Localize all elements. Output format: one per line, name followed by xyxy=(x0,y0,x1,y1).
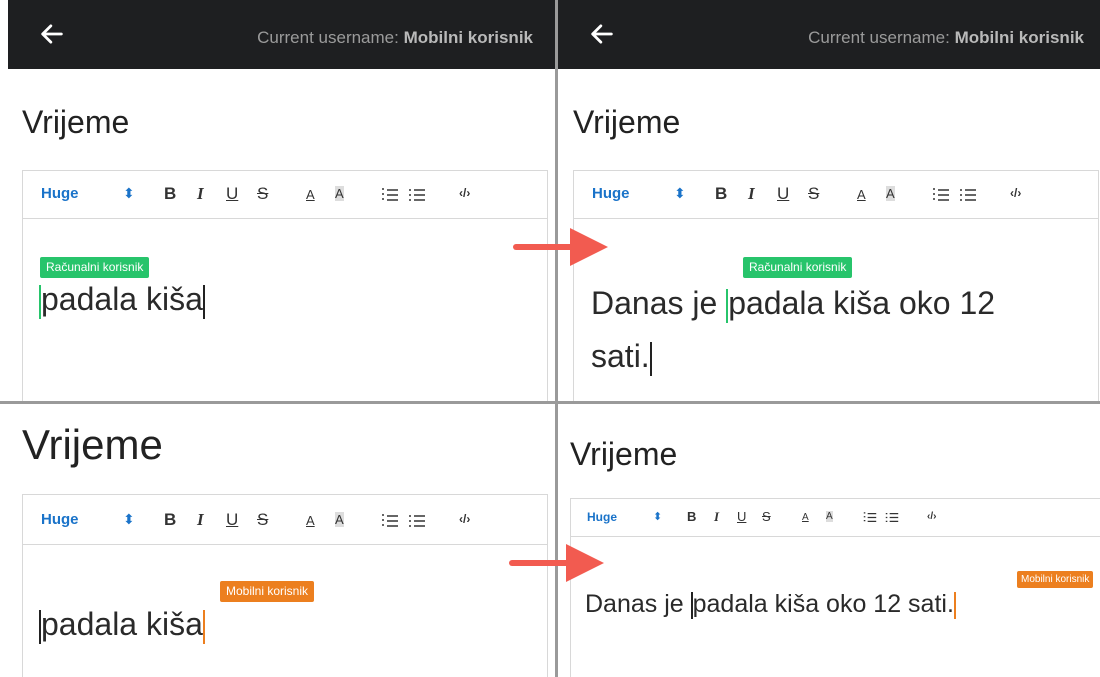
content-prefix: Danas je xyxy=(591,285,727,321)
rich-text-editor: Huge ⬍ B I U S A A ‹/› Mobilni korisnik … xyxy=(22,494,548,677)
computer-user-cursor-tag: Računalni korisnik xyxy=(40,257,150,278)
underline-button[interactable]: U xyxy=(226,510,238,530)
panel-top-left: Current username: Mobilni korisnik Vrije… xyxy=(8,0,555,401)
back-arrow-icon[interactable] xyxy=(38,20,66,48)
content-suffix: oko 12 sati. xyxy=(819,590,954,618)
bold-button[interactable]: B xyxy=(164,510,176,530)
background-color-button[interactable]: A xyxy=(335,186,344,201)
code-view-button[interactable]: ‹/› xyxy=(459,512,470,526)
text-color-button[interactable]: A xyxy=(802,512,809,523)
back-arrow-icon[interactable] xyxy=(588,20,616,48)
panel-bottom-right: Vrijeme Huge ⬍ B I U S A A ‹/› Mobilni k… xyxy=(558,404,1100,677)
select-arrows-icon[interactable]: ⬍ xyxy=(123,511,135,528)
app-header: Current username: Mobilni korisnik xyxy=(558,0,1100,69)
panel-bottom-left: Vrijeme Huge ⬍ B I U S A A ‹/› Mobilni k… xyxy=(8,404,555,677)
background-color-button[interactable]: A xyxy=(335,512,344,527)
ordered-list-icon[interactable] xyxy=(932,188,950,202)
font-size-select[interactable]: Huge xyxy=(592,185,630,202)
remote-cursor xyxy=(953,591,956,619)
code-view-button[interactable]: ‹/› xyxy=(927,511,936,522)
remote-cursor xyxy=(202,609,205,644)
strike-button[interactable]: S xyxy=(762,509,771,524)
app-header: Current username: Mobilni korisnik xyxy=(8,0,555,69)
content-suffix: oko 12 xyxy=(890,285,996,321)
page-title: Vrijeme xyxy=(22,104,130,140)
current-username: Current username: Mobilni korisnik xyxy=(808,28,1084,48)
strike-button[interactable]: S xyxy=(808,184,819,204)
editor-toolbar: Huge ⬍ B I U S A A ‹/› xyxy=(571,499,1100,537)
panel-top-right: Current username: Mobilni korisnik Vrije… xyxy=(558,0,1100,401)
mobile-user-cursor-tag: Mobilni korisnik xyxy=(1017,571,1094,588)
underline-button[interactable]: U xyxy=(777,184,789,204)
username-value: Mobilni korisnik xyxy=(403,28,533,47)
editor-toolbar: Huge ⬍ B I U S A A ‹/› xyxy=(23,495,547,545)
editor-content[interactable]: Danas je padala kiša oko 12 sati. xyxy=(585,587,956,621)
italic-button[interactable]: I xyxy=(197,184,204,204)
bullet-list-icon[interactable] xyxy=(885,512,899,523)
content-text: padala kiša xyxy=(41,281,203,317)
username-prefix: Current username: xyxy=(808,28,950,47)
bold-button[interactable]: B xyxy=(687,509,696,524)
ordered-list-icon[interactable] xyxy=(381,188,399,202)
horizontal-divider xyxy=(0,401,1100,404)
local-cursor xyxy=(202,284,205,319)
ordered-list-icon[interactable] xyxy=(381,514,399,528)
text-color-button[interactable]: A xyxy=(306,513,315,528)
current-username: Current username: Mobilni korisnik xyxy=(257,28,533,48)
rich-text-editor: Huge ⬍ B I U S A A ‹/› Mobilni korisnik … xyxy=(570,498,1100,677)
content-text: padala kiša xyxy=(41,606,203,642)
font-size-select[interactable]: Huge xyxy=(587,510,617,524)
username-prefix: Current username: xyxy=(257,28,399,47)
right-arrow-icon xyxy=(509,544,604,582)
editor-toolbar: Huge ⬍ B I U S A A ‹/› xyxy=(574,171,1098,219)
content-line-1: Danas je padala kiša oko 12 xyxy=(591,277,995,330)
mobile-user-cursor-tag: Mobilni korisnik xyxy=(220,581,315,602)
content-end: sati. xyxy=(591,338,650,374)
page-title: Vrijeme xyxy=(570,436,678,472)
select-arrows-icon[interactable]: ⬍ xyxy=(123,185,135,202)
bullet-list-icon[interactable] xyxy=(408,188,426,202)
computer-user-cursor-tag: Računalni korisnik xyxy=(743,257,853,278)
username-value: Mobilni korisnik xyxy=(954,28,1084,47)
code-view-button[interactable]: ‹/› xyxy=(1010,186,1021,200)
font-size-select[interactable]: Huge xyxy=(41,185,79,202)
content-middle: padala kiša xyxy=(692,590,820,618)
bold-button[interactable]: B xyxy=(164,184,176,204)
content-line-2: sati. xyxy=(591,330,995,383)
italic-button[interactable]: I xyxy=(197,510,204,530)
underline-button[interactable]: U xyxy=(737,509,746,524)
italic-button[interactable]: I xyxy=(714,509,719,525)
bullet-list-icon[interactable] xyxy=(959,188,977,202)
italic-button[interactable]: I xyxy=(748,184,755,204)
underline-button[interactable]: U xyxy=(226,184,238,204)
background-color-button[interactable]: A xyxy=(886,186,895,201)
select-arrows-icon[interactable]: ⬍ xyxy=(674,185,686,202)
editor-toolbar: Huge ⬍ B I U S A A ‹/› xyxy=(23,171,547,219)
background-color-button[interactable]: A xyxy=(826,511,833,522)
strike-button[interactable]: S xyxy=(257,510,268,530)
bullet-list-icon[interactable] xyxy=(408,514,426,528)
content-prefix: Danas je xyxy=(585,590,691,618)
page-title: Vrijeme xyxy=(22,421,163,468)
editor-content[interactable]: padala kiša xyxy=(39,279,205,319)
code-view-button[interactable]: ‹/› xyxy=(459,186,470,200)
rich-text-editor: Huge ⬍ B I U S A A ‹/› Računalni korisni… xyxy=(573,170,1099,401)
local-cursor xyxy=(649,341,652,376)
text-color-button[interactable]: A xyxy=(857,187,866,202)
bold-button[interactable]: B xyxy=(715,184,727,204)
page-title: Vrijeme xyxy=(573,104,681,140)
text-color-button[interactable]: A xyxy=(306,187,315,202)
strike-button[interactable]: S xyxy=(257,184,268,204)
ordered-list-icon[interactable] xyxy=(863,512,877,523)
content-middle: padala kiša xyxy=(728,285,891,321)
select-arrows-icon[interactable]: ⬍ xyxy=(653,510,662,523)
editor-content[interactable]: padala kiša xyxy=(39,604,205,644)
font-size-select[interactable]: Huge xyxy=(41,511,79,528)
right-arrow-icon xyxy=(513,228,608,266)
rich-text-editor: Huge ⬍ B I U S A A ‹/› Računalni korisni… xyxy=(22,170,548,401)
editor-content[interactable]: Danas je padala kiša oko 12 sati. xyxy=(591,277,995,383)
